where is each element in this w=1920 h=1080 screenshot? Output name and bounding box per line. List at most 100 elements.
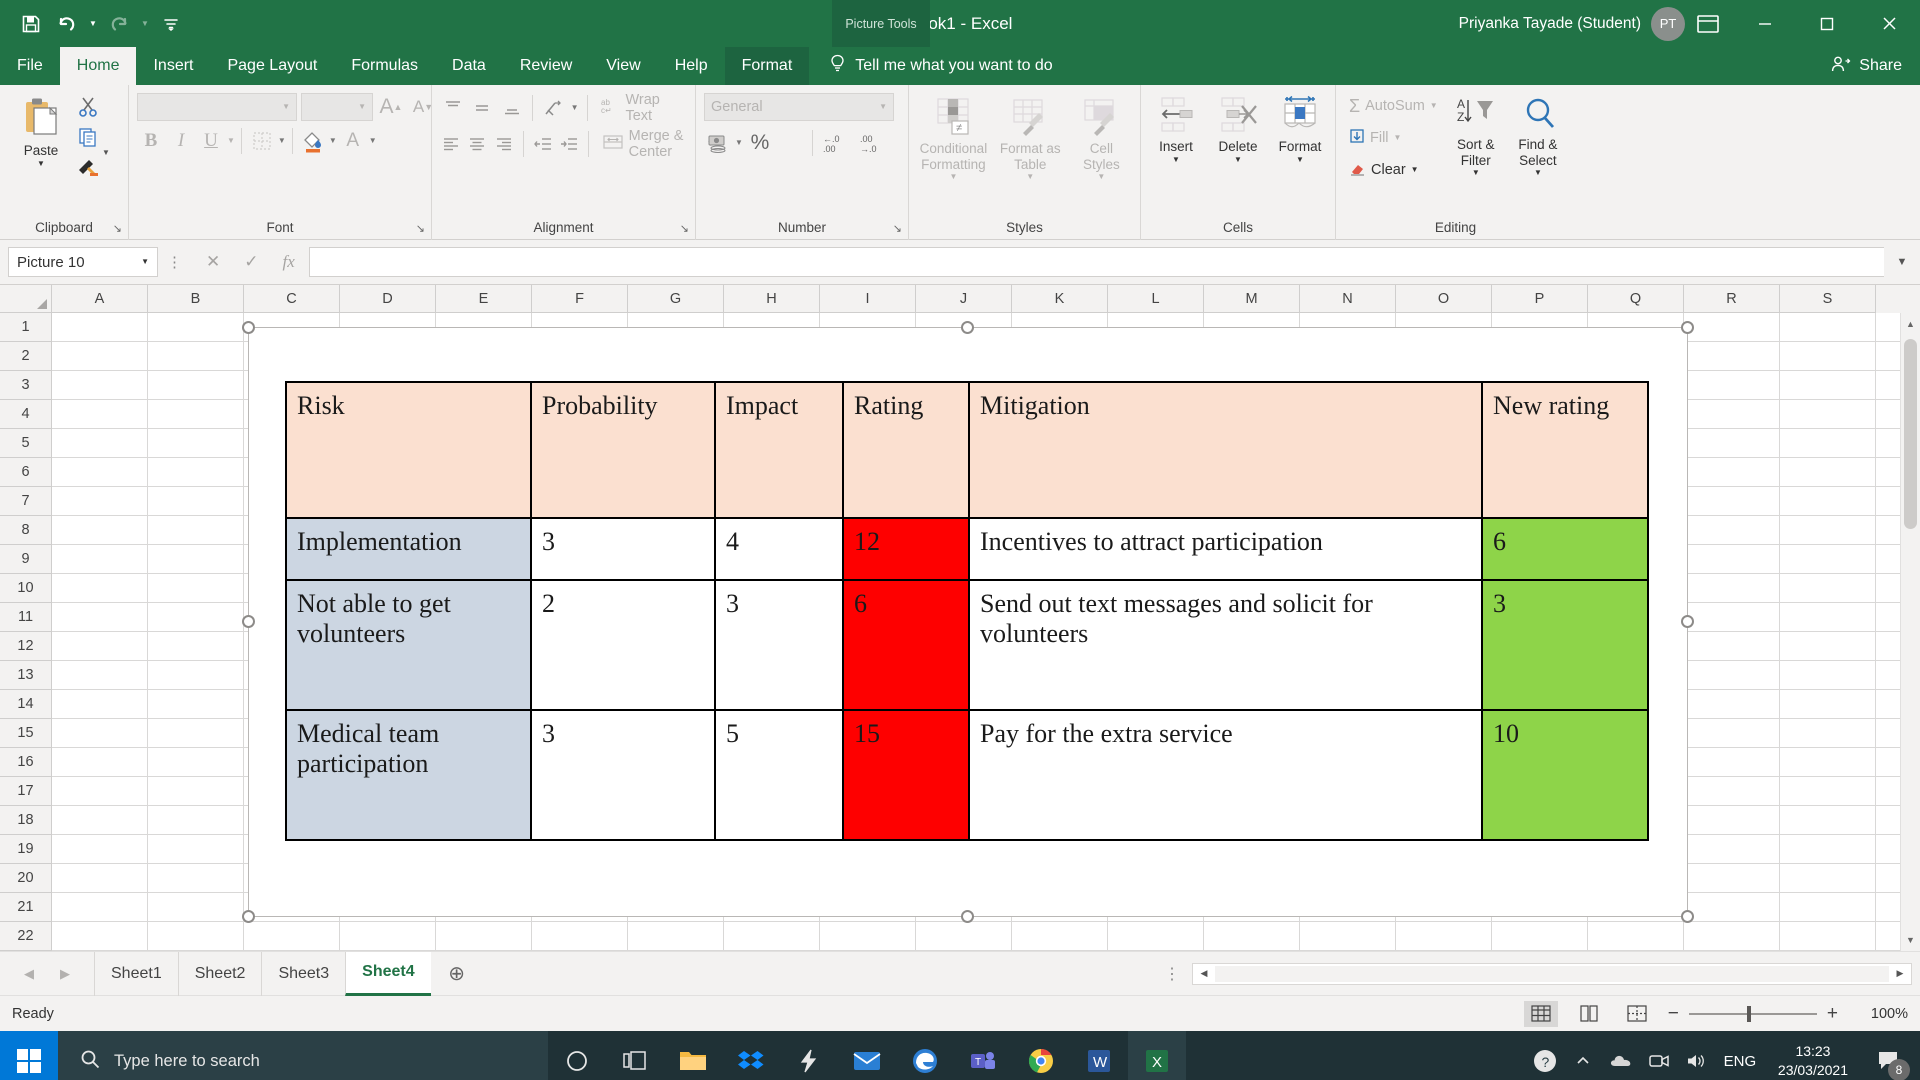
- conditional-formatting-dropdown-icon[interactable]: ▼: [949, 173, 957, 181]
- column-header-M[interactable]: M: [1204, 285, 1300, 313]
- tab-review[interactable]: Review: [503, 47, 589, 85]
- row-header-20[interactable]: 20: [0, 864, 52, 893]
- row-header-1[interactable]: 1: [0, 313, 52, 342]
- column-header-B[interactable]: B: [148, 285, 244, 313]
- row-header-19[interactable]: 19: [0, 835, 52, 864]
- align-left-button[interactable]: [440, 130, 462, 158]
- fill-dropdown-icon[interactable]: ▼: [1394, 134, 1402, 142]
- zoom-knob[interactable]: [1746, 1005, 1751, 1022]
- add-sheet-button[interactable]: ⊕: [431, 961, 483, 986]
- zoom-track[interactable]: [1688, 1005, 1817, 1022]
- tell-me-box[interactable]: Tell me what you want to do: [809, 47, 1053, 85]
- row-header-14[interactable]: 14: [0, 690, 52, 719]
- sheet-tab-sheet2[interactable]: Sheet2: [177, 951, 262, 996]
- number-format-combo[interactable]: General ▼: [704, 93, 894, 121]
- accounting-dropdown-icon[interactable]: ▼: [735, 139, 743, 147]
- column-header-I[interactable]: I: [820, 285, 916, 313]
- tab-insert[interactable]: Insert: [136, 47, 210, 85]
- accounting-format-icon[interactable]: [704, 129, 732, 157]
- insert-function-fx-icon[interactable]: fx: [283, 252, 295, 272]
- column-header-Q[interactable]: Q: [1588, 285, 1684, 313]
- column-header-N[interactable]: N: [1300, 285, 1396, 313]
- insert-dropdown-icon[interactable]: ▼: [1172, 155, 1180, 163]
- align-center-button[interactable]: [466, 130, 488, 158]
- increase-decimal-button[interactable]: ←.0.00: [820, 129, 854, 157]
- minimize-button[interactable]: [1734, 0, 1796, 47]
- file-explorer-icon[interactable]: [664, 1031, 722, 1080]
- decrease-indent-button[interactable]: [531, 130, 553, 158]
- column-header-P[interactable]: P: [1492, 285, 1588, 313]
- bold-button[interactable]: B: [137, 127, 165, 155]
- name-box-dropdown-icon[interactable]: ▼: [141, 258, 149, 266]
- grid-cells[interactable]: Risk Probability Impact Rating Mitigatio…: [52, 313, 1900, 951]
- tab-view[interactable]: View: [589, 47, 657, 85]
- row-header-7[interactable]: 7: [0, 487, 52, 516]
- find-select-dropdown-icon[interactable]: ▼: [1534, 169, 1542, 177]
- avatar[interactable]: PT: [1651, 6, 1685, 41]
- customize-quick-access-icon[interactable]: [154, 7, 188, 41]
- sort-and-filter-button[interactable]: AZ Sort & Filter ▼: [1447, 91, 1505, 177]
- action-center-icon[interactable]: 8: [1862, 1031, 1916, 1080]
- column-header-H[interactable]: H: [724, 285, 820, 313]
- column-header-J[interactable]: J: [916, 285, 1012, 313]
- tab-file[interactable]: File: [0, 47, 60, 85]
- zoom-out-button[interactable]: −: [1668, 1003, 1679, 1025]
- row-header-8[interactable]: 8: [0, 516, 52, 545]
- resize-handle-middle-right[interactable]: [1681, 615, 1694, 628]
- undo-icon[interactable]: [50, 7, 84, 41]
- insert-cells-button[interactable]: Insert ▼: [1149, 91, 1203, 163]
- scroll-up-icon[interactable]: ▲: [1901, 313, 1920, 335]
- microsoft-teams-icon[interactable]: T: [954, 1031, 1012, 1080]
- clipboard-dialog-launcher[interactable]: ↘: [113, 222, 122, 235]
- zoom-in-button[interactable]: +: [1827, 1003, 1838, 1025]
- scroll-left-icon[interactable]: ◀: [1193, 968, 1215, 979]
- close-button[interactable]: [1858, 0, 1920, 47]
- expand-formula-bar-icon[interactable]: ▼: [1884, 256, 1920, 268]
- font-color-icon[interactable]: A: [339, 127, 367, 155]
- word-icon[interactable]: W: [1070, 1031, 1128, 1080]
- font-name-combo[interactable]: ▼: [137, 93, 297, 121]
- row-header-4[interactable]: 4: [0, 400, 52, 429]
- font-size-combo[interactable]: ▼: [301, 93, 373, 121]
- page-layout-view-icon[interactable]: [1572, 1001, 1606, 1027]
- format-as-table-dropdown-icon[interactable]: ▼: [1026, 173, 1034, 181]
- format-as-table-button[interactable]: Format as Table ▼: [994, 91, 1067, 181]
- orientation-dropdown-icon[interactable]: ▼: [571, 104, 579, 112]
- clear-button[interactable]: Clear ▼: [1344, 155, 1443, 185]
- row-header-22[interactable]: 22: [0, 922, 52, 951]
- edge-icon[interactable]: [896, 1031, 954, 1080]
- tab-home[interactable]: Home: [59, 47, 137, 85]
- select-all-corner[interactable]: [0, 285, 52, 313]
- zoom-level-label[interactable]: 100%: [1852, 1006, 1908, 1022]
- tab-help[interactable]: Help: [658, 47, 725, 85]
- search-input[interactable]: Type here to search: [58, 1031, 548, 1080]
- underline-button[interactable]: U: [197, 127, 225, 155]
- cortana-circle-icon[interactable]: [548, 1031, 606, 1080]
- increase-indent-button[interactable]: [558, 130, 580, 158]
- resize-handle-bottom-left[interactable]: [242, 910, 255, 923]
- borders-icon[interactable]: [248, 127, 276, 155]
- column-header-F[interactable]: F: [532, 285, 628, 313]
- format-painter-button[interactable]: [74, 153, 102, 181]
- row-header-18[interactable]: 18: [0, 806, 52, 835]
- row-header-17[interactable]: 17: [0, 777, 52, 806]
- delete-cells-button[interactable]: Delete ▼: [1211, 91, 1265, 163]
- tab-page-layout[interactable]: Page Layout: [210, 47, 334, 85]
- copy-button[interactable]: [74, 123, 102, 151]
- resize-handle-bottom-center[interactable]: [961, 910, 974, 923]
- cut-button[interactable]: [74, 93, 102, 121]
- column-header-E[interactable]: E: [436, 285, 532, 313]
- excel-icon[interactable]: X: [1128, 1031, 1186, 1080]
- undo-dropdown-icon[interactable]: ▼: [86, 7, 100, 41]
- cell-styles-dropdown-icon[interactable]: ▼: [1097, 173, 1105, 181]
- autosum-dropdown-icon[interactable]: ▼: [1430, 102, 1438, 110]
- name-box[interactable]: Picture 10 ▼: [8, 247, 158, 277]
- sheet-bar-resize-handle[interactable]: ⋮: [1164, 964, 1192, 984]
- cell-styles-button[interactable]: Cell Styles ▼: [1071, 91, 1132, 181]
- align-right-button[interactable]: [492, 130, 514, 158]
- decrease-decimal-button[interactable]: .00 →.0: [857, 129, 891, 157]
- align-top-button[interactable]: [440, 94, 465, 122]
- column-header-L[interactable]: L: [1108, 285, 1204, 313]
- find-and-select-button[interactable]: Find & Select ▼: [1509, 91, 1567, 177]
- percent-style-button[interactable]: %: [746, 129, 774, 157]
